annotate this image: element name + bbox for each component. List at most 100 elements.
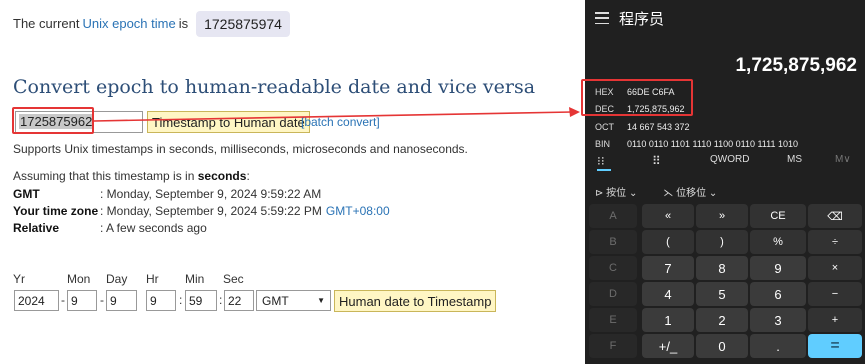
calculator-mode-title: 程序员 bbox=[619, 10, 665, 28]
current-epoch-value: 1725875974 bbox=[196, 10, 290, 37]
date-separator: - bbox=[61, 293, 65, 307]
chevron-down-icon: ⌄ bbox=[628, 188, 638, 199]
key-0[interactable]: 0 bbox=[696, 334, 748, 358]
key-3[interactable]: 3 bbox=[750, 308, 806, 332]
bitwise-label: 按位 bbox=[606, 188, 627, 199]
key-decimal: . bbox=[750, 334, 806, 358]
key-close-paren[interactable]: ) bbox=[696, 230, 748, 254]
result-row-timezone: Your time zone : Monday, September 9, 20… bbox=[13, 202, 390, 219]
hour-field[interactable]: 9 bbox=[146, 290, 176, 311]
base-value: 0110 0110 1101 1110 1100 0110 1111 1010 bbox=[627, 139, 798, 150]
year-field[interactable]: 2024 bbox=[14, 290, 59, 311]
result-row-relative: Relative : A few seconds ago bbox=[13, 219, 390, 236]
key-equals[interactable]: = bbox=[808, 334, 862, 358]
label-month: Mon bbox=[67, 272, 91, 286]
bitwise-menu[interactable]: ⊳ 按位 ⌄ bbox=[595, 184, 637, 199]
result-key: Relative bbox=[13, 220, 60, 235]
key-1[interactable]: 1 bbox=[642, 308, 694, 332]
key-7[interactable]: 7 bbox=[642, 256, 694, 280]
batch-convert-link[interactable]: [batch convert] bbox=[301, 115, 380, 129]
word-size-button[interactable]: QWORD bbox=[710, 154, 749, 165]
hamburger-menu-icon[interactable] bbox=[595, 12, 609, 24]
assume-prefix: Assuming that this timestamp is in bbox=[13, 169, 195, 183]
bit-shift-label: 位移位 bbox=[676, 188, 707, 199]
assume-unit: seconds bbox=[197, 169, 247, 183]
bit-operations-bar: ⊳ 按位 ⌄ ⋋ 位移位 ⌄ bbox=[595, 184, 717, 199]
calculator-mode-bar: ⁝⁝ ⠿ QWORD MS M∨ bbox=[585, 150, 865, 172]
key-backspace[interactable]: ⌫ bbox=[808, 204, 862, 228]
key-a: A bbox=[589, 204, 637, 228]
key-shift-left[interactable]: « bbox=[642, 204, 694, 228]
key-5[interactable]: 5 bbox=[696, 282, 748, 306]
result-value: : Monday, September 9, 2024 5:59:22 PM bbox=[100, 203, 322, 218]
day-field[interactable]: 9 bbox=[106, 290, 137, 311]
time-separator: : bbox=[179, 293, 183, 307]
label-second: Sec bbox=[223, 272, 244, 286]
month-field[interactable]: 9 bbox=[67, 290, 97, 311]
key-open-paren[interactable]: ( bbox=[642, 230, 694, 254]
memory-view-button[interactable]: M∨ bbox=[835, 154, 851, 165]
second-field[interactable]: 22 bbox=[224, 290, 254, 311]
key-4[interactable]: 4 bbox=[642, 282, 694, 306]
current-epoch-prefix: The current bbox=[13, 16, 80, 31]
key-plus[interactable]: + bbox=[808, 308, 862, 332]
key-8[interactable]: 8 bbox=[696, 256, 748, 280]
key-shift-right[interactable]: » bbox=[696, 204, 748, 228]
key-ce[interactable]: CE bbox=[750, 204, 806, 228]
key-f: F bbox=[589, 334, 637, 358]
key-e: E bbox=[589, 308, 637, 332]
key-9[interactable]: 9 bbox=[750, 256, 806, 280]
key-minus[interactable]: − bbox=[808, 282, 862, 306]
result-value: : A few seconds ago bbox=[100, 220, 207, 235]
unix-epoch-link[interactable]: Unix epoch time bbox=[82, 16, 175, 31]
keypad-grid-icon[interactable]: ⁝⁝ bbox=[597, 154, 605, 168]
chevron-down-icon: ⌄ bbox=[708, 188, 718, 199]
key-d: D bbox=[589, 282, 637, 306]
base-row-oct[interactable]: OCT 14 667 543 372 bbox=[595, 118, 798, 136]
date-separator: - bbox=[100, 293, 104, 307]
current-epoch-suffix: is bbox=[178, 16, 189, 31]
page-title: Convert epoch to human-readable date and… bbox=[13, 76, 536, 98]
timezone-select-value: GMT bbox=[262, 293, 289, 308]
result-rows: GMT : Monday, September 9, 2024 9:59:22 … bbox=[13, 185, 390, 236]
key-divide[interactable]: ÷ bbox=[808, 230, 862, 254]
memory-store-button[interactable]: MS bbox=[787, 154, 802, 165]
result-key: GMT bbox=[13, 186, 40, 201]
assume-text: Assuming that this timestamp is in secon… bbox=[13, 169, 250, 183]
human-to-timestamp-button[interactable]: Human date to Timestamp bbox=[334, 290, 497, 312]
timezone-select[interactable]: GMT ▼ bbox=[256, 290, 331, 311]
bit-toggle-icon[interactable]: ⠿ bbox=[652, 154, 661, 168]
label-minute: Min bbox=[185, 272, 205, 286]
result-key: Your time zone bbox=[13, 203, 99, 218]
current-epoch-line: The current Unix epoch time is 172587597… bbox=[13, 10, 290, 37]
base-value: 14 667 543 372 bbox=[627, 121, 690, 132]
base-key: OCT bbox=[595, 121, 614, 132]
key-c: C bbox=[589, 256, 637, 280]
result-row-gmt: GMT : Monday, September 9, 2024 9:59:22 … bbox=[13, 185, 390, 202]
calculator-window: 程序员 1,725,875,962 HEX 66DE C6FA DEC 1,725,… bbox=[585, 0, 865, 364]
timezone-link[interactable]: GMT+08:00 bbox=[326, 204, 390, 218]
key-2[interactable]: 2 bbox=[696, 308, 748, 332]
key-negate[interactable]: +/_ bbox=[642, 334, 694, 358]
bit-shift-icon: ⋋ bbox=[663, 188, 677, 199]
active-tab-indicator bbox=[597, 169, 611, 171]
key-percent[interactable]: % bbox=[750, 230, 806, 254]
input-highlight-box bbox=[12, 107, 94, 134]
caret-down-icon: ▼ bbox=[317, 296, 325, 305]
label-day: Day bbox=[106, 272, 128, 286]
minute-field[interactable]: 59 bbox=[185, 290, 217, 311]
bit-shift-menu[interactable]: ⋋ 位移位 ⌄ bbox=[663, 184, 717, 199]
result-value: : Monday, September 9, 2024 9:59:22 AM bbox=[100, 186, 322, 201]
bitwise-icon: ⊳ bbox=[595, 188, 607, 199]
calculator-display: 1,725,875,962 bbox=[735, 55, 857, 76]
label-hour: Hr bbox=[146, 272, 159, 286]
calculator-header: 程序员 bbox=[585, 0, 865, 36]
epoch-converter-page: The current Unix epoch time is 172587597… bbox=[0, 0, 585, 364]
time-separator: : bbox=[219, 293, 223, 307]
key-6[interactable]: 6 bbox=[750, 282, 806, 306]
key-multiply[interactable]: × bbox=[808, 256, 862, 280]
assume-suffix: : bbox=[246, 169, 250, 183]
timestamp-to-human-button[interactable]: Timestamp to Human date bbox=[147, 111, 310, 133]
dec-highlight-box bbox=[581, 79, 693, 116]
base-key: BIN bbox=[595, 139, 611, 150]
